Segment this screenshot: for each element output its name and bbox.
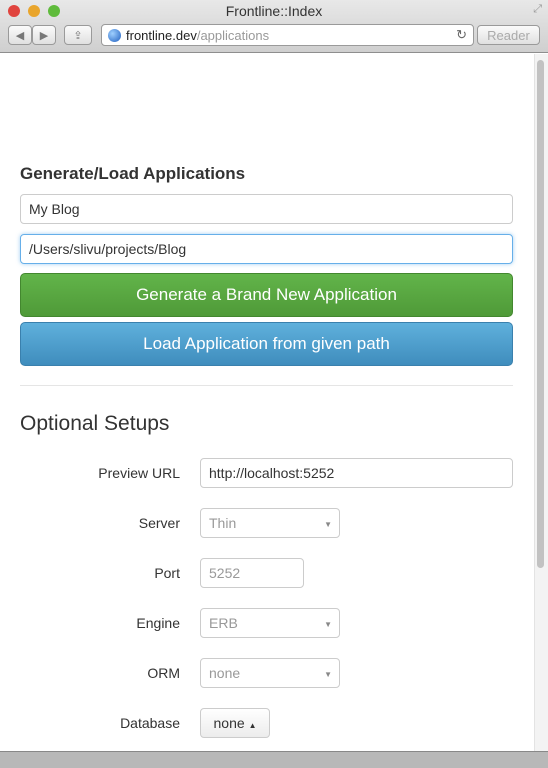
divider	[20, 385, 513, 386]
share-button[interactable]: ⇪	[64, 25, 92, 45]
database-dropdown-button[interactable]: none ▲	[200, 708, 270, 738]
back-button[interactable]: ◀	[8, 25, 32, 45]
scrollbar-thumb[interactable]	[537, 60, 544, 568]
reader-button[interactable]: Reader	[477, 25, 540, 45]
browser-toolbar: Frontline::Index ⤢ ◀ ▶ ⇪ frontline.dev/a…	[0, 0, 548, 53]
preview-url-input[interactable]: http://localhost:5252	[200, 458, 513, 488]
url-host: frontline.dev	[126, 27, 197, 43]
app-path-input[interactable]: /Users/slivu/projects/Blog	[20, 234, 513, 264]
generate-heading: Generate/Load Applications	[20, 164, 246, 183]
port-input[interactable]: 5252	[200, 558, 304, 588]
forward-button[interactable]: ▶	[32, 25, 56, 45]
chevron-down-icon: ▼	[324, 670, 332, 679]
address-bar[interactable]: frontline.dev/applications ↻	[101, 24, 474, 46]
engine-value: ERB	[209, 615, 238, 631]
caret-up-icon: ▲	[248, 721, 257, 730]
preview-url-label: Preview URL	[98, 465, 180, 481]
engine-select[interactable]: ERB ▼	[200, 608, 340, 638]
status-bar	[0, 751, 548, 768]
server-select[interactable]: Thin ▼	[200, 508, 340, 538]
port-label: Port	[154, 565, 180, 581]
generate-button[interactable]: Generate a Brand New Application	[20, 273, 513, 317]
url-path: /applications	[196, 27, 270, 43]
share-icon: ⇪	[73, 29, 83, 42]
database-label: Database	[120, 715, 180, 731]
page-content: Generate/Load Applications My Blog /User…	[0, 54, 534, 751]
fullscreen-icon[interactable]: ⤢	[533, 3, 542, 16]
orm-select[interactable]: none ▼	[200, 658, 340, 688]
load-button[interactable]: Load Application from given path	[20, 322, 513, 366]
orm-label: ORM	[147, 665, 180, 681]
window-title: Frontline::Index	[225, 3, 323, 19]
app-name-input[interactable]: My Blog	[20, 194, 513, 224]
server-label: Server	[138, 515, 180, 531]
engine-label: Engine	[136, 615, 180, 631]
database-value: none	[213, 715, 245, 731]
chevron-down-icon: ▼	[324, 620, 332, 629]
globe-icon	[108, 29, 121, 42]
chevron-down-icon: ▼	[324, 520, 332, 529]
server-value: Thin	[209, 515, 237, 531]
reload-icon[interactable]: ↻	[456, 27, 467, 43]
orm-value: none	[209, 665, 241, 681]
optional-heading: Optional Setups	[20, 412, 170, 435]
